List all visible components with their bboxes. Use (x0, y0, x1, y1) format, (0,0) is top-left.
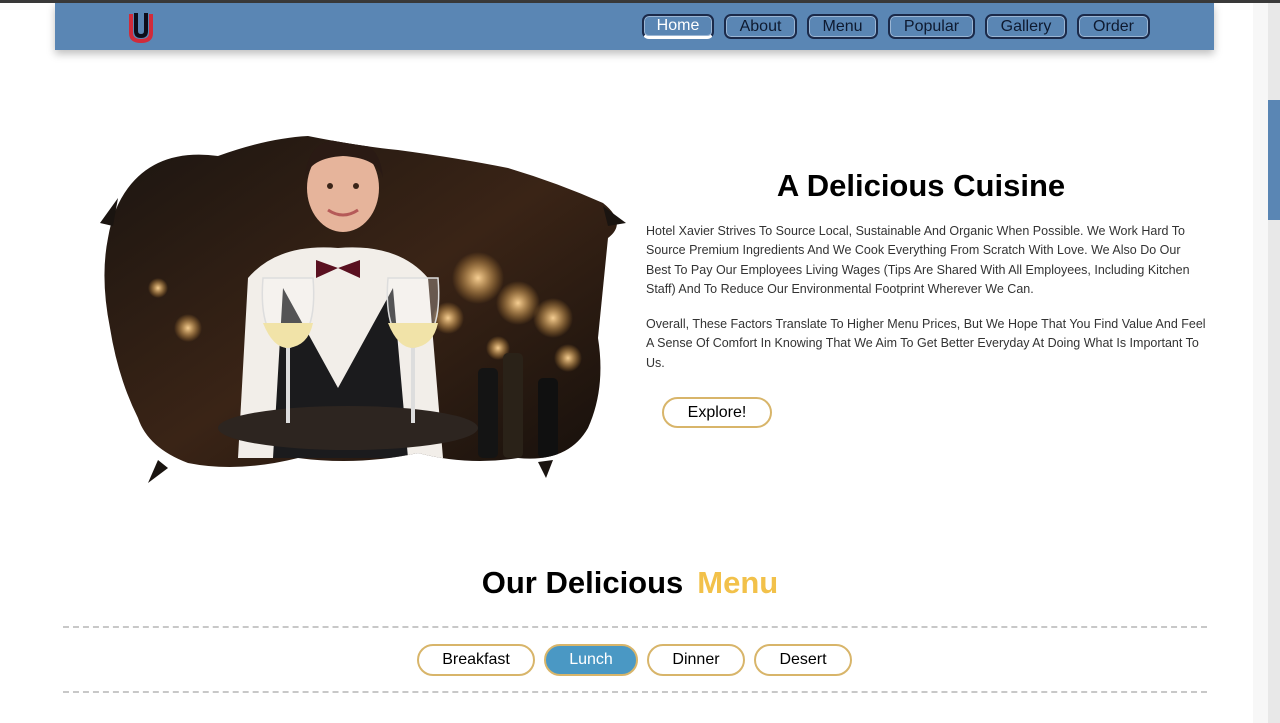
scrollbar-thumb[interactable] (1268, 100, 1280, 220)
nav-popular-link[interactable]: Popular (888, 14, 975, 39)
menu-title-part1: Our Delicious (481, 565, 684, 600)
hero-waitress-image (100, 136, 626, 483)
nav-menu-link[interactable]: Menu (807, 14, 878, 39)
nav-order-link[interactable]: Order (1077, 14, 1150, 39)
menu-title-part2: Menu (697, 565, 779, 600)
hero-title: A Delicious Cuisine (776, 168, 1066, 203)
hero-paragraph-2: Overall, These Factors Translate To High… (646, 317, 1206, 370)
tab-breakfast[interactable]: Breakfast (417, 644, 535, 676)
menu-section-title: Our Delicious Menu (0, 565, 1260, 601)
explore-button[interactable]: Explore! (662, 397, 772, 428)
nav-gallery-link[interactable]: Gallery (985, 14, 1067, 39)
menu-divider-bottom (63, 691, 1207, 693)
brand-logo-icon[interactable] (127, 11, 155, 43)
tab-dinner[interactable]: Dinner (647, 644, 745, 676)
nav-home-link[interactable]: Home (642, 14, 714, 39)
top-navbar: Home About Menu Popular Gallery Order (55, 3, 1214, 50)
hero-paragraph-1: Hotel Xavier Strives To Source Local, Su… (646, 224, 1190, 297)
page-right-gutter (1253, 3, 1268, 723)
main-nav: Home About Menu Popular Gallery Order (642, 14, 1150, 39)
tab-desert[interactable]: Desert (754, 644, 852, 676)
menu-divider-top (63, 626, 1207, 628)
menu-category-tabs: Breakfast Lunch Dinner Desert (417, 644, 852, 676)
nav-about-link[interactable]: About (724, 14, 797, 39)
tab-lunch[interactable]: Lunch (544, 644, 638, 676)
